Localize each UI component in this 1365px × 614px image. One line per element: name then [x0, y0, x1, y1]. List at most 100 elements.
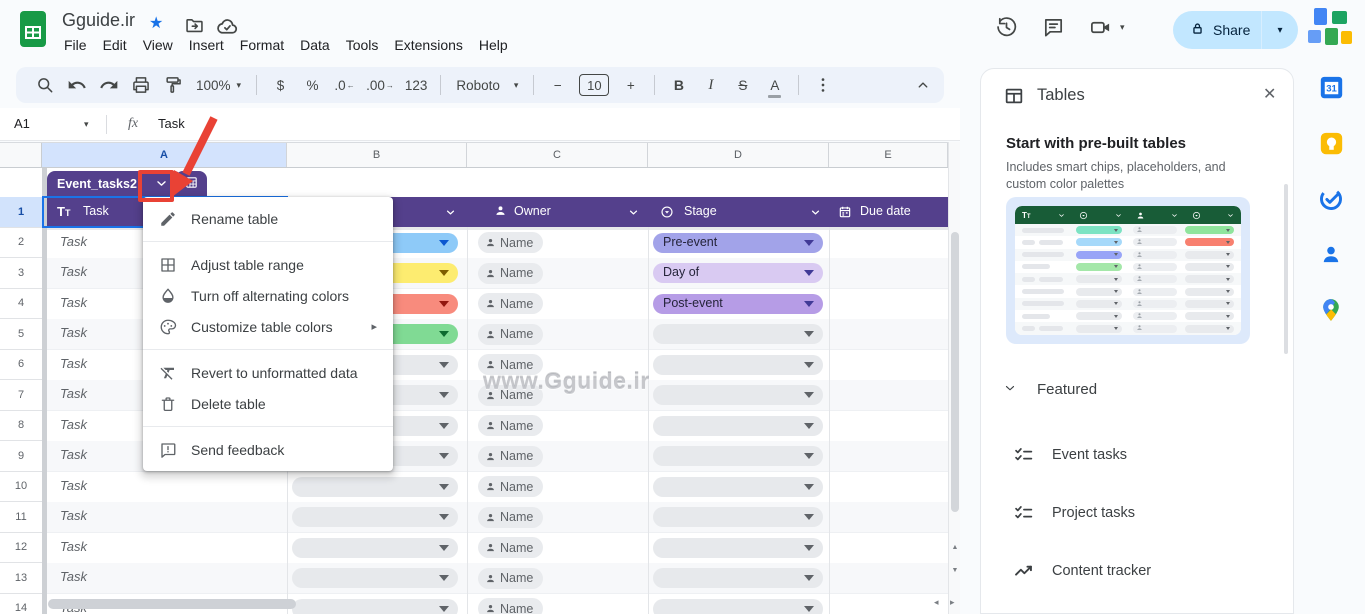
- row-header-2[interactable]: 2: [0, 228, 42, 259]
- stage-dropdown[interactable]: [653, 507, 823, 527]
- row-header-10[interactable]: 10: [0, 472, 42, 503]
- panel-scrollbar-thumb[interactable]: [1284, 184, 1288, 354]
- row-header-11[interactable]: 11: [0, 502, 42, 533]
- column-b-chevron-icon[interactable]: [445, 206, 456, 221]
- featured-item-event-tasks[interactable]: Event tasks: [991, 437, 1271, 473]
- google-apps-collage-icon[interactable]: [1308, 8, 1354, 54]
- owner-chip[interactable]: Name: [478, 446, 543, 467]
- comments-icon[interactable]: [1042, 16, 1065, 39]
- more-vert-icon[interactable]: [808, 71, 837, 99]
- task-cell[interactable]: Task: [60, 539, 87, 554]
- column-header-b[interactable]: B: [287, 143, 467, 167]
- featured-item-content-tracker[interactable]: Content tracker: [991, 553, 1271, 589]
- menubar-view[interactable]: View: [135, 33, 181, 57]
- table-view-chip[interactable]: [175, 171, 207, 197]
- select-dropdown[interactable]: [292, 568, 458, 588]
- stage-dropdown[interactable]: Day of: [653, 263, 823, 283]
- menubar-format[interactable]: Format: [232, 33, 292, 57]
- owner-chip[interactable]: Name: [478, 232, 543, 253]
- task-cell[interactable]: Task: [60, 234, 87, 249]
- redo-icon[interactable]: [94, 71, 123, 99]
- decrease-font-size-button[interactable]: −: [543, 71, 572, 99]
- table-column-owner[interactable]: Owner: [514, 204, 551, 218]
- document-title[interactable]: Gguide.ir: [62, 10, 135, 31]
- task-cell[interactable]: Task: [60, 295, 87, 310]
- row-header-4[interactable]: 4: [0, 289, 42, 320]
- owner-chip[interactable]: Name: [478, 415, 543, 436]
- column-c-chevron-icon[interactable]: [628, 206, 639, 221]
- featured-item-project-tasks[interactable]: Project tasks: [991, 495, 1271, 531]
- table-column-due-date[interactable]: Due date: [860, 204, 911, 218]
- task-cell[interactable]: Task: [60, 508, 87, 523]
- task-cell[interactable]: Task: [60, 478, 87, 493]
- horizontal-scrollbar-thumb[interactable]: [48, 599, 296, 609]
- owner-chip[interactable]: Name: [478, 324, 543, 345]
- calendar-app-icon[interactable]: 31: [1318, 74, 1346, 102]
- star-icon[interactable]: ★: [149, 13, 163, 33]
- vertical-scrollbar-thumb[interactable]: [951, 232, 959, 512]
- stage-dropdown[interactable]: [653, 324, 823, 344]
- row-header-5[interactable]: 5: [0, 319, 42, 350]
- name-box[interactable]: A1: [14, 116, 74, 131]
- zoom-select[interactable]: 100%▾: [190, 71, 247, 99]
- row-header-12[interactable]: 12: [0, 533, 42, 564]
- menubar-extensions[interactable]: Extensions: [386, 33, 470, 57]
- owner-chip[interactable]: Name: [478, 293, 543, 314]
- row-header-7[interactable]: 7: [0, 380, 42, 411]
- task-cell[interactable]: Task: [60, 447, 87, 462]
- task-cell[interactable]: Task: [60, 356, 87, 371]
- stage-dropdown[interactable]: Post-event: [653, 294, 823, 314]
- task-cell[interactable]: Task: [60, 325, 87, 340]
- name-box-caret-icon[interactable]: ▾: [84, 119, 89, 130]
- table-column-stage[interactable]: Stage: [684, 204, 717, 218]
- stage-dropdown[interactable]: [653, 477, 823, 497]
- vertical-scrollbar[interactable]: ▲ ▼: [948, 142, 960, 614]
- scroll-right-icon[interactable]: ▸: [950, 597, 955, 608]
- stage-dropdown[interactable]: Pre-event: [653, 233, 823, 253]
- italic-button[interactable]: I: [696, 71, 725, 99]
- row-header-1[interactable]: 1: [0, 197, 42, 228]
- row-header-13[interactable]: 13: [0, 563, 42, 594]
- menubar-data[interactable]: Data: [292, 33, 338, 57]
- owner-chip[interactable]: Name: [478, 568, 543, 589]
- task-cell[interactable]: Task: [60, 264, 87, 279]
- stage-dropdown[interactable]: [653, 599, 823, 614]
- contacts-app-icon[interactable]: [1318, 241, 1346, 269]
- owner-chip[interactable]: Name: [478, 598, 543, 614]
- sheets-logo-icon[interactable]: [19, 10, 47, 48]
- stage-dropdown[interactable]: [653, 385, 823, 405]
- text-color-button[interactable]: A: [760, 71, 789, 99]
- scroll-down-icon[interactable]: ▼: [949, 560, 961, 580]
- row-header-9[interactable]: 9: [0, 441, 42, 472]
- font-size-input[interactable]: 10: [579, 74, 609, 96]
- keep-app-icon[interactable]: [1318, 130, 1346, 158]
- menubar-file[interactable]: File: [56, 33, 95, 57]
- increase-decimal-button[interactable]: .00→: [362, 71, 398, 99]
- menu-item-rename-table[interactable]: Rename table: [143, 203, 393, 234]
- table-column-task[interactable]: Task: [83, 204, 109, 218]
- meet-camera-icon[interactable]: [1089, 16, 1112, 39]
- stage-dropdown[interactable]: [653, 568, 823, 588]
- menu-item-turn-off-alternating-colors[interactable]: Turn off alternating colors: [143, 280, 393, 311]
- task-cell[interactable]: Task: [60, 417, 87, 432]
- menu-item-customize-table-colors[interactable]: Customize table colors▸: [143, 311, 393, 342]
- stage-dropdown[interactable]: [653, 446, 823, 466]
- task-cell[interactable]: Task: [60, 569, 87, 584]
- menubar-insert[interactable]: Insert: [181, 33, 232, 57]
- row-header-8[interactable]: 8: [0, 411, 42, 442]
- stage-dropdown[interactable]: [653, 538, 823, 558]
- currency-format-button[interactable]: $: [266, 71, 295, 99]
- select-dropdown[interactable]: [292, 538, 458, 558]
- collapse-toolbar-icon[interactable]: [914, 76, 932, 97]
- column-header-a[interactable]: A: [42, 143, 287, 167]
- column-header-d[interactable]: D: [648, 143, 829, 167]
- row-header-14[interactable]: 14: [0, 594, 42, 614]
- select-dropdown[interactable]: [292, 599, 458, 614]
- owner-chip[interactable]: Name: [478, 263, 543, 284]
- select-dropdown[interactable]: [292, 507, 458, 527]
- featured-section-toggle[interactable]: Featured: [1003, 381, 1097, 398]
- bold-button[interactable]: B: [664, 71, 693, 99]
- table-name-chip[interactable]: Event_tasks2: [47, 171, 182, 197]
- maps-app-icon[interactable]: [1318, 297, 1346, 325]
- select-all-corner[interactable]: [0, 143, 42, 167]
